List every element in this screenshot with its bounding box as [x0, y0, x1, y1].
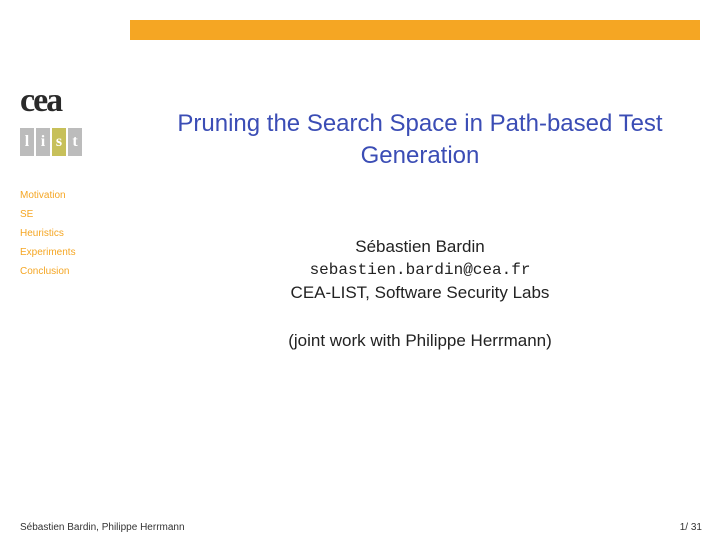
joint-work: (joint work with Philippe Herrmann): [160, 331, 680, 351]
logo-list: l i s t: [20, 128, 130, 156]
logo-list-letter: l: [20, 128, 34, 156]
main-content: Pruning the Search Space in Path-based T…: [130, 60, 720, 351]
nav: Motivation SE Heuristics Experiments Con…: [20, 190, 130, 277]
footer-page: 1/ 31: [680, 522, 702, 533]
logo-list-letter: s: [52, 128, 66, 156]
footer: Sébastien Bardin, Philippe Herrmann 1/ 3…: [0, 517, 720, 541]
sidebar: cea l i s t Motivation SE Heuristics Exp…: [0, 60, 130, 285]
nav-item-heuristics[interactable]: Heuristics: [20, 228, 130, 239]
author-email: sebastien.bardin@cea.fr: [160, 261, 680, 279]
nav-item-experiments[interactable]: Experiments: [20, 247, 130, 258]
nav-item-se[interactable]: SE: [20, 209, 130, 220]
author-affiliation: CEA-LIST, Software Security Labs: [160, 283, 680, 303]
header-bar: [0, 0, 720, 40]
author-name: Sébastien Bardin: [160, 237, 680, 257]
accent-stripe: [130, 20, 700, 40]
slide-title: Pruning the Search Space in Path-based T…: [160, 108, 680, 173]
logo-cea-text: cea: [20, 82, 130, 120]
logo-cea: cea: [20, 82, 130, 120]
author-block: Sébastien Bardin sebastien.bardin@cea.fr…: [160, 237, 680, 303]
footer-authors: Sébastien Bardin, Philippe Herrmann: [20, 522, 185, 533]
logo-list-letter: i: [36, 128, 50, 156]
nav-item-conclusion[interactable]: Conclusion: [20, 266, 130, 277]
nav-item-motivation[interactable]: Motivation: [20, 190, 130, 201]
logo-list-letter: t: [68, 128, 82, 156]
